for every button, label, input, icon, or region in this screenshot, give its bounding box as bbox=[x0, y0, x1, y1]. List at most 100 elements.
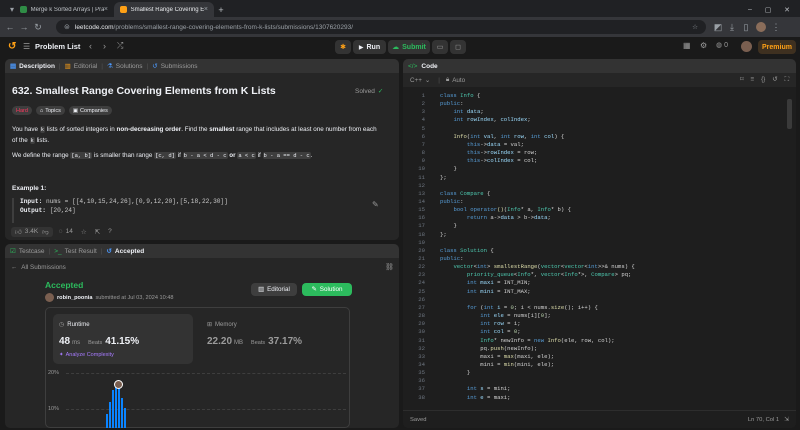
help-icon[interactable]: ? bbox=[108, 228, 112, 235]
solution-button[interactable]: ✎ Solution bbox=[302, 283, 352, 296]
site-info-icon[interactable]: ⊜ bbox=[64, 23, 70, 31]
layout-icon[interactable]: ▦ bbox=[683, 41, 691, 50]
analyze-complexity-link[interactable]: ✦ Analyze Complexity bbox=[59, 352, 114, 358]
code-line[interactable]: 16 return a->data > b->data; bbox=[403, 214, 796, 222]
code-line[interactable]: 29 int row = i; bbox=[403, 320, 796, 328]
code-line[interactable]: 6 Info(int val, int row, int col) { bbox=[403, 133, 796, 141]
close-window-icon[interactable]: ✕ bbox=[784, 6, 790, 14]
code-line[interactable]: 19 bbox=[403, 239, 796, 247]
browser-tab-0[interactable]: Merge k Sorted Arrays | Practi × bbox=[14, 2, 114, 17]
prev-problem-icon[interactable]: ‹ bbox=[89, 41, 92, 51]
code-line[interactable]: 35 } bbox=[403, 369, 796, 377]
comments-button[interactable]: ◌ 14 bbox=[59, 228, 73, 235]
thumbs-down-icon[interactable]: 👎︎ bbox=[42, 228, 49, 236]
tab-test-result[interactable]: >_ Test Result bbox=[54, 248, 97, 255]
all-submissions-link[interactable]: ← All Submissions bbox=[11, 264, 66, 271]
code-line[interactable]: 9 this->colIndex = col; bbox=[403, 157, 796, 165]
code-line[interactable]: 33 maxi = max(maxi, ele); bbox=[403, 353, 796, 361]
code-line[interactable]: 27 for (int i = 0; i < nums.size(); i++)… bbox=[403, 304, 796, 312]
topics-chip[interactable]: ⌂ Topics bbox=[35, 106, 65, 115]
tab-editorial[interactable]: ▥ Editorial bbox=[65, 62, 98, 71]
runtime-card[interactable]: ◷ Runtime 48 ms Beats 41.15% ✦ Analyze Com… bbox=[53, 314, 193, 364]
reset-icon[interactable]: ↺ bbox=[772, 76, 777, 84]
settings-gear-icon[interactable]: ⚙ bbox=[700, 41, 707, 50]
link-icon[interactable]: ⛓ bbox=[385, 263, 394, 271]
code-line[interactable]: 17 } bbox=[403, 222, 796, 230]
run-button[interactable]: ▶ Run bbox=[353, 40, 386, 54]
memory-card[interactable]: ⊞ Memory 22.20 MB Beats 37.17% bbox=[201, 314, 341, 364]
coins-display[interactable]: ◍ 0 bbox=[716, 41, 728, 50]
reload-icon[interactable]: ↻ bbox=[32, 21, 44, 33]
forward-icon[interactable]: → bbox=[18, 21, 30, 33]
tab-accepted[interactable]: ↺ Accepted bbox=[106, 247, 144, 256]
downloads-icon[interactable]: ⤓ bbox=[726, 21, 738, 33]
code-line[interactable]: 4 int rowIndex, colIndex; bbox=[403, 116, 796, 124]
tab-solutions[interactable]: ⚗ Solutions bbox=[107, 62, 143, 71]
next-problem-icon[interactable]: › bbox=[103, 41, 106, 51]
braces-icon[interactable]: {} bbox=[761, 76, 765, 84]
code-line[interactable]: 32 pq.push(newInfo); bbox=[403, 345, 796, 353]
tab-testcase[interactable]: ☑ Testcase bbox=[10, 247, 44, 256]
shuffle-icon[interactable]: ⤮ bbox=[117, 41, 123, 51]
close-tab-icon[interactable]: × bbox=[104, 6, 108, 13]
leetcode-logo-icon[interactable]: ↺ bbox=[8, 42, 18, 52]
fullscreen-icon[interactable]: ⛶ bbox=[785, 76, 789, 84]
code-line[interactable]: 14 public: bbox=[403, 198, 796, 206]
profile-avatar[interactable] bbox=[756, 22, 766, 32]
code-line[interactable]: 26 bbox=[403, 296, 796, 304]
code-line[interactable]: 8 this->rowIndex = row; bbox=[403, 149, 796, 157]
code-line[interactable]: 24 int maxi = INT_MIN; bbox=[403, 279, 796, 287]
code-line[interactable]: 11}; bbox=[403, 174, 796, 182]
companies-chip[interactable]: ▣ Companies bbox=[68, 106, 112, 115]
bookmark-icon[interactable]: ⌑ bbox=[740, 76, 743, 84]
code-line[interactable]: 25 int mini = INT_MAX; bbox=[403, 288, 796, 296]
browser-tab-1[interactable]: Smallest Range Covering Elem × bbox=[114, 2, 214, 17]
premium-button[interactable]: Premium bbox=[758, 40, 796, 54]
code-line[interactable]: 7 this->data = val; bbox=[403, 141, 796, 149]
editor-scrollbar[interactable] bbox=[787, 99, 792, 129]
code-line[interactable]: 15 bool operator()(Info* a, Info* b) { bbox=[403, 206, 796, 214]
code-line[interactable]: 31 Info* newInfo = new Info(ele, row, co… bbox=[403, 337, 796, 345]
username[interactable]: robin_poonia bbox=[57, 295, 92, 301]
code-line[interactable]: 21 public: bbox=[403, 255, 796, 263]
maximize-icon[interactable]: ▢ bbox=[765, 6, 772, 14]
like-button[interactable]: 👍︎ 3.4K 👎︎ bbox=[11, 226, 53, 237]
code-line[interactable]: 34 mini = min(mini, ele); bbox=[403, 361, 796, 369]
code-line[interactable]: 10 } bbox=[403, 165, 796, 173]
code-line[interactable]: 28 int ele = nums[i][0]; bbox=[403, 312, 796, 320]
favorite-star-icon[interactable]: ☆ bbox=[81, 228, 87, 236]
code-line[interactable]: 36 bbox=[403, 377, 796, 385]
debug-icon[interactable]: ✱ bbox=[335, 40, 351, 54]
code-line[interactable]: 2 public: bbox=[403, 100, 796, 108]
editorial-button[interactable]: ▥ Editorial bbox=[251, 283, 297, 296]
back-icon[interactable]: ← bbox=[4, 21, 16, 33]
bookmark-star-icon[interactable]: ☆ bbox=[692, 23, 698, 31]
autocomplete-toggle[interactable]: 🔒︎ Auto bbox=[446, 76, 465, 84]
extension-icon[interactable]: ◩ bbox=[712, 21, 724, 33]
submit-button[interactable]: ☁ Submit bbox=[388, 40, 430, 54]
copy-example-icon[interactable]: ✎ bbox=[372, 200, 379, 209]
code-line[interactable]: 30 int col = 0; bbox=[403, 328, 796, 336]
sidebar-icon[interactable]: ▯ bbox=[740, 21, 752, 33]
code-line[interactable]: 12 bbox=[403, 182, 796, 190]
user-avatar[interactable] bbox=[741, 41, 752, 52]
tab-description[interactable]: ▤ Description bbox=[10, 62, 55, 71]
menu-kebab-icon[interactable]: ⋮ bbox=[770, 21, 782, 33]
code-line[interactable]: 37 int s = mini; bbox=[403, 385, 796, 393]
problem-list-link[interactable]: Problem List bbox=[35, 42, 80, 52]
expand-icon[interactable]: ⇲ bbox=[784, 417, 789, 423]
address-bar[interactable]: ⊜ leetcode.com/problems/smallest-range-c… bbox=[56, 20, 706, 34]
minimize-icon[interactable]: – bbox=[748, 6, 752, 13]
language-select[interactable]: C++ ⌄ bbox=[410, 77, 430, 84]
code-line[interactable]: 38 int e = maxi; bbox=[403, 394, 796, 402]
code-line[interactable]: 5 bbox=[403, 125, 796, 133]
code-line[interactable]: 18}; bbox=[403, 231, 796, 239]
notes-icon[interactable]: ▭ bbox=[432, 40, 448, 54]
code-line[interactable]: 20 class Solution { bbox=[403, 247, 796, 255]
new-tab-button[interactable]: + bbox=[214, 2, 228, 17]
code-line[interactable]: 22 vector<int> smallestRange(vector<vect… bbox=[403, 263, 796, 271]
problem-title[interactable]: 632. Smallest Range Covering Elements fr… bbox=[12, 85, 276, 97]
tab-submissions[interactable]: ↺ Submissions bbox=[152, 62, 197, 71]
code-line[interactable]: 3 int data; bbox=[403, 108, 796, 116]
format-icon[interactable]: ≡ bbox=[750, 76, 754, 84]
